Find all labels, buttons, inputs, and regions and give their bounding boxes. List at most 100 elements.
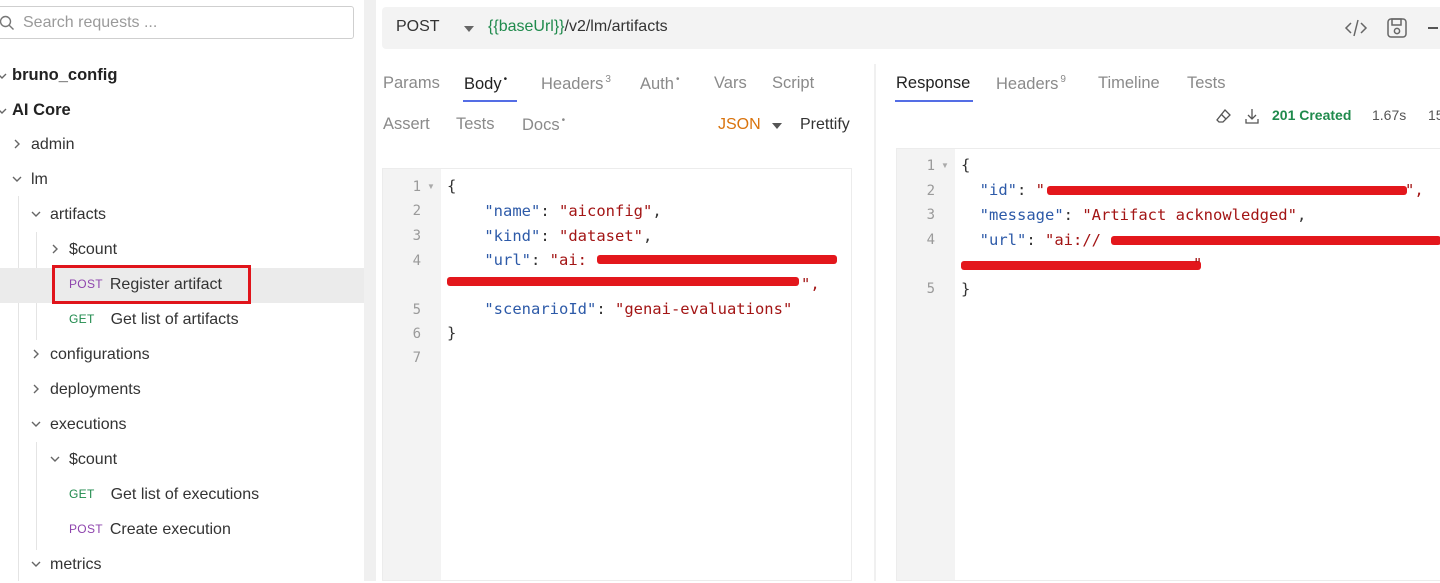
sidebar-request[interactable]: GET Get list of executions	[0, 478, 364, 513]
sidebar-folder[interactable]: executions	[0, 408, 364, 443]
sidebar-request[interactable]: GET Get list of artifacts	[0, 303, 364, 338]
save-icon[interactable]	[1386, 17, 1408, 39]
tab-response-tests[interactable]: Tests	[1187, 74, 1226, 93]
chevron-right-icon	[52, 244, 58, 254]
sidebar-item-label: lm	[31, 171, 48, 188]
tab-response-headers[interactable]: Headers 9	[996, 74, 1066, 94]
redaction-mark	[1111, 236, 1440, 245]
caret-down-icon[interactable]	[464, 26, 474, 32]
redaction-mark	[447, 277, 799, 286]
request-item: GET Get list of executions	[69, 486, 259, 504]
line-gutter: 1 ▼ 2 3 4 5	[897, 149, 955, 580]
sidebar-folder[interactable]: $count	[0, 443, 364, 478]
sidebar-folder[interactable]: metrics	[0, 548, 364, 583]
url-variable: {{baseUrl}}	[488, 18, 565, 35]
request-body-editor[interactable]: 1 ▼ 2 3 4 5 6 7 { "name": "aiconfig", "k…	[382, 168, 852, 581]
method-badge: GET	[69, 312, 95, 326]
eraser-icon[interactable]	[1216, 108, 1232, 124]
chevron-down-icon	[31, 561, 41, 567]
tab-script[interactable]: Script	[772, 74, 814, 93]
tab-label: Body	[464, 75, 502, 93]
code-line: "scenarioId": "genai-evaluations"	[484, 300, 793, 318]
sidebar: Search requests ... bruno_config AI Core…	[0, 0, 364, 581]
tab-badge: •	[561, 115, 566, 126]
caret-down-icon[interactable]	[772, 123, 782, 129]
fold-icon[interactable]: ▼	[427, 182, 435, 191]
json-key: "message"	[979, 206, 1064, 224]
tab-vars[interactable]: Vars	[714, 74, 747, 93]
download-icon[interactable]	[1244, 108, 1260, 124]
line-number: 3	[412, 228, 421, 244]
body-mode-select[interactable]: JSON	[718, 116, 761, 134]
prettify-button[interactable]: Prettify	[800, 116, 850, 134]
chevron-right-icon	[33, 384, 39, 394]
json-value: ",	[801, 275, 820, 293]
tab-assert[interactable]: Assert	[383, 115, 430, 134]
sidebar-request[interactable]: POST Create execution	[0, 513, 364, 548]
sidebar-item-collection[interactable]: AI Core	[0, 93, 364, 128]
method-select[interactable]: POST	[396, 18, 440, 36]
tab-tests[interactable]: Tests	[456, 115, 495, 134]
sidebar-folder[interactable]: $count	[0, 233, 364, 268]
json-key: "scenarioId"	[484, 300, 597, 318]
sidebar-resize-handle[interactable]	[364, 0, 376, 581]
sidebar-item-collection[interactable]: bruno_config	[0, 58, 364, 93]
sidebar-item-label: artifacts	[50, 206, 107, 223]
request-item: POST Create execution	[69, 521, 231, 539]
tab-badge: 9	[1060, 74, 1066, 85]
tab-auth[interactable]: Auth •	[640, 74, 679, 94]
sidebar-folder[interactable]: artifacts	[0, 198, 364, 233]
json-value: "dataset"	[559, 227, 643, 245]
code-line: }	[961, 280, 971, 298]
json-value: "genai-evaluations"	[614, 300, 793, 318]
code-line: "url": "ai://	[979, 231, 1102, 249]
line-number: 5	[412, 302, 421, 318]
response-body-viewer[interactable]: 1 ▼ 2 3 4 5 { "id": " ", "message": "Art…	[896, 148, 1440, 581]
status-badge: 201 Created	[1272, 107, 1352, 123]
tab-docs[interactable]: Docs •	[522, 115, 565, 135]
chevron-down-icon	[50, 456, 60, 462]
sidebar-item-label: configurations	[50, 346, 150, 363]
sidebar-item-label: Get list of executions	[110, 486, 260, 503]
chevron-down-icon	[31, 211, 41, 217]
more-icon[interactable]	[1428, 27, 1438, 29]
json-key: "url"	[979, 231, 1027, 249]
fold-icon[interactable]: ▼	[941, 161, 949, 170]
search-input[interactable]: Search requests ...	[0, 6, 354, 39]
search-placeholder: Search requests ...	[23, 14, 158, 31]
sidebar-item-label: $count	[69, 451, 118, 468]
sidebar-item-label: Create execution	[109, 521, 231, 538]
pane-resize-handle[interactable]	[874, 64, 876, 581]
sidebar-folder[interactable]: deployments	[0, 373, 364, 408]
json-key: "id"	[979, 181, 1017, 199]
json-value: ",	[1405, 181, 1424, 199]
tab-timeline[interactable]: Timeline	[1098, 74, 1160, 93]
json-value: "ai://	[1045, 231, 1102, 249]
line-number: 2	[412, 203, 421, 219]
code-line: ",	[801, 275, 820, 293]
request-url-bar: POST {{baseUrl}}/v2/lm/artifacts	[382, 7, 1440, 49]
tab-headers[interactable]: Headers 3	[541, 74, 611, 94]
json-value: "aiconfig"	[559, 202, 653, 220]
search-icon	[0, 15, 14, 30]
redaction-mark	[961, 261, 1201, 270]
tab-label: Vars	[714, 74, 747, 92]
sidebar-folder[interactable]: configurations	[0, 338, 364, 373]
json-key: "kind"	[484, 227, 541, 245]
line-number: 7	[412, 350, 421, 366]
code-icon[interactable]	[1344, 17, 1368, 39]
sidebar-folder[interactable]: admin	[0, 128, 364, 163]
redaction-mark	[597, 255, 837, 264]
tab-body[interactable]: Body •	[464, 74, 507, 94]
method-badge: GET	[69, 487, 95, 501]
tab-label: Script	[772, 74, 815, 92]
sidebar-folder[interactable]: lm	[0, 163, 364, 198]
json-value: "Artifact acknowledged"	[1082, 206, 1297, 224]
sidebar-item-label: Get list of artifacts	[110, 311, 239, 328]
tab-badge: 3	[605, 74, 611, 85]
url-input[interactable]: {{baseUrl}}/v2/lm/artifacts	[488, 18, 668, 36]
tab-params[interactable]: Params	[383, 74, 440, 93]
line-number: 3	[926, 207, 935, 223]
tab-response[interactable]: Response	[896, 74, 970, 93]
tab-label: Headers	[541, 75, 604, 93]
